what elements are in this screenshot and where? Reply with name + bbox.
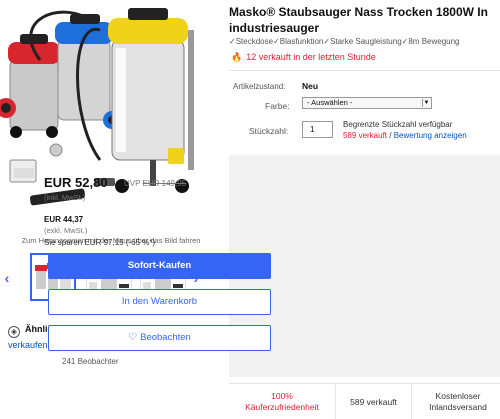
hot-text: 12 verkauft in der letzten Stunde: [246, 52, 376, 62]
satisfaction-percent: 100%: [271, 391, 293, 401]
badges-row: 100% Käuferzufriedenheit 589 verkauft Kos…: [229, 383, 500, 419]
page-title: Masko® Staubsauger Nass Trocken 1800W In…: [229, 4, 500, 36]
product-image[interactable]: [0, 0, 222, 222]
condition-value: Neu: [302, 81, 319, 91]
availability: Begrenzte Stückzahl verfügbar 589 verkau…: [343, 119, 467, 141]
savings: Sie sparen EUR 97,15 (-65 %*): [44, 238, 156, 247]
watch-button[interactable]: ♡ Beobachten: [48, 325, 271, 351]
tag-icon: ◈: [8, 326, 20, 338]
sold-badge: 589 verkauft: [336, 384, 412, 419]
net-price: EUR 44,37: [44, 215, 84, 224]
divider: [229, 70, 500, 71]
watchers-count: 241 Beobachter: [62, 357, 119, 366]
heart-icon: ♡: [128, 332, 138, 343]
shipping-badge: Kostenloser Inlandsversand: [412, 384, 500, 419]
title-line-1: Masko® Staubsauger Nass Trocken 1800W In: [229, 5, 488, 19]
buy-now-button[interactable]: Sofort-Kaufen: [48, 253, 271, 279]
availability-text: Begrenzte Stückzahl verfügbar: [343, 120, 453, 129]
reviews-link[interactable]: Bewertung anzeigen: [394, 131, 467, 140]
quantity-label: Stückzahl:: [249, 126, 289, 136]
condition-label: Artikelzustand:: [233, 82, 286, 91]
quantity-input[interactable]: 1: [302, 121, 333, 138]
chevron-down-icon: ▼: [422, 99, 430, 107]
sold-count: 589 verkauft: [343, 131, 388, 140]
flame-icon: 🔥: [231, 52, 243, 62]
watch-label: Beobachten: [140, 332, 191, 343]
hot-indicator: 🔥 12 verkauft in der letzten Stunde: [231, 52, 376, 63]
incl-tax: (inkl. MwSt.): [44, 193, 86, 202]
color-select-value: - Auswählen -: [307, 98, 353, 107]
title-line-2: industriesauger: [229, 21, 320, 35]
color-select[interactable]: - Auswählen - ▼: [302, 97, 432, 109]
satisfaction-label: Käuferzufriedenheit: [245, 402, 319, 412]
shipping-line-2: Inlandsversand: [429, 402, 487, 412]
vacuum-cleaners-illustration: [0, 8, 194, 206]
color-label: Farbe:: [265, 101, 290, 111]
price: EUR 52,80: [44, 175, 108, 190]
listing-subtitle: ✓Steckdose✓Blasfunktion✓Starke Saugleist…: [229, 37, 460, 46]
uvp: UVP EUR 149,95: [124, 179, 186, 188]
shipping-line-1: Kostenloser: [435, 391, 481, 401]
uvp-label: UVP: [124, 179, 141, 188]
chevron-left-icon[interactable]: ‹: [1, 267, 13, 289]
separator: /: [387, 131, 394, 140]
excl-tax: (exkl. MwSt.): [44, 226, 88, 235]
satisfaction-badge: 100% Käuferzufriedenheit: [229, 384, 336, 419]
add-to-cart-button[interactable]: In den Warenkorb: [48, 289, 271, 315]
uvp-value: EUR 149,95: [142, 179, 187, 188]
